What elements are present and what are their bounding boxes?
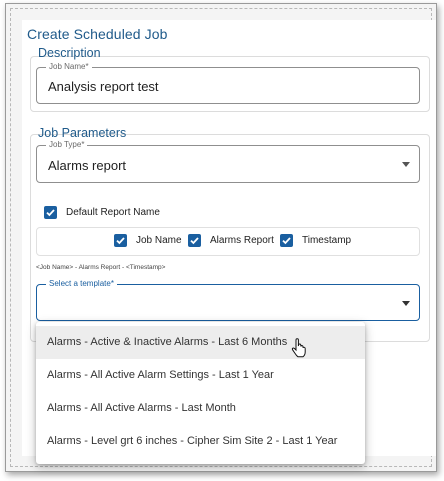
job-name-label: Job Name* [46,62,92,72]
name-part-alarms-report[interactable]: Alarms Report [188,234,274,247]
alarms-report-part-checkbox[interactable] [188,234,201,247]
template-dropdown-menu: Alarms - Active & Inactive Alarms - Last… [36,322,365,464]
chevron-down-icon[interactable] [402,162,410,167]
job-type-select[interactable]: Job Type* Alarms report [36,140,420,183]
hand-cursor-icon [291,338,306,358]
dialog-title: Create Scheduled Job [27,26,168,42]
job-name-part-checkbox[interactable] [114,234,127,247]
name-part-job-name[interactable]: Job Name [114,234,182,247]
template-option[interactable]: Alarms - Active & Inactive Alarms - Last… [36,326,365,359]
template-option[interactable]: Alarms - Level grt 6 inches - Cipher Sim… [36,425,365,458]
job-name-part-label: Job Name [136,235,182,246]
description-section-label: Description [38,46,101,60]
template-option[interactable]: Alarms - All Active Alarms - Last Month [36,392,365,425]
report-name-preview: <Job Name> - Alarms Report - <Timestamp> [36,264,166,271]
template-option[interactable]: Alarms - All Active Alarm Settings - Las… [36,359,365,392]
name-part-timestamp[interactable]: Timestamp [280,234,351,247]
template-select[interactable]: Select a template* [36,279,420,321]
chevron-down-icon[interactable] [402,300,410,306]
timestamp-part-label: Timestamp [302,235,352,246]
job-parameters-section-label: Job Parameters [38,126,127,140]
job-type-label: Job Type* [46,140,88,150]
default-report-name-checkbox-row[interactable]: Default Report Name [44,206,160,219]
default-report-name-checkbox[interactable] [44,206,57,219]
job-type-value: Alarms report [48,158,127,173]
job-name-value[interactable]: Analysis report test [48,79,159,94]
job-name-field[interactable]: Job Name* Analysis report test [36,62,420,104]
alarms-report-part-label: Alarms Report [210,235,274,246]
timestamp-part-checkbox[interactable] [280,234,293,247]
default-report-name-label: Default Report Name [66,207,160,218]
template-label: Select a template* [46,279,117,289]
